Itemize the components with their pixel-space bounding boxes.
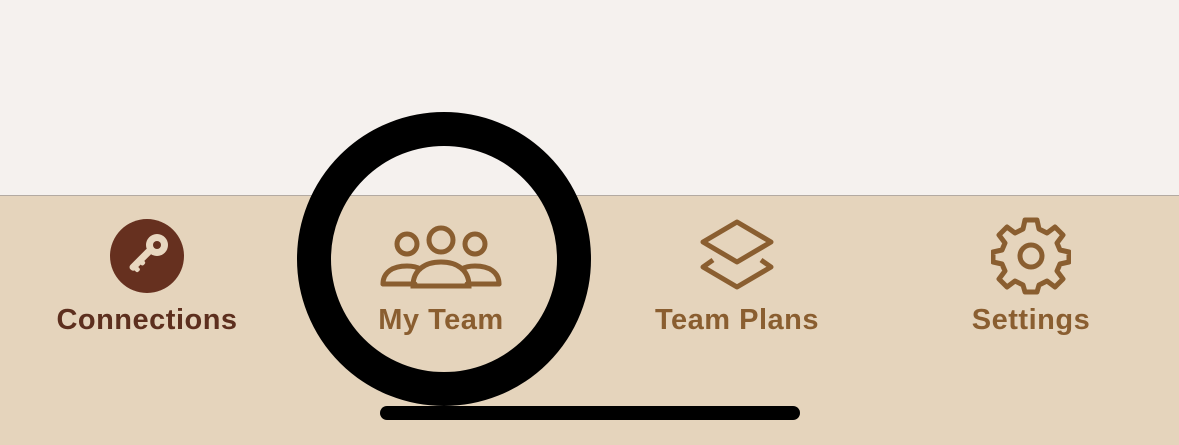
tab-label: Team Plans <box>654 304 820 336</box>
content-area <box>0 0 1179 195</box>
tab-team-plans[interactable]: Team Plans <box>590 196 884 366</box>
home-indicator[interactable] <box>380 406 800 420</box>
tab-connections[interactable]: Connections <box>0 196 294 366</box>
tab-settings[interactable]: Settings <box>884 196 1178 366</box>
gear-icon <box>991 216 1071 296</box>
tab-label: Connections <box>56 304 238 336</box>
tab-my-team[interactable]: My Team <box>294 196 588 366</box>
layers-icon <box>697 216 777 296</box>
people-group-icon <box>371 216 511 296</box>
tab-label: My Team <box>378 304 504 336</box>
key-icon <box>107 216 187 296</box>
tab-label: Settings <box>971 304 1091 336</box>
